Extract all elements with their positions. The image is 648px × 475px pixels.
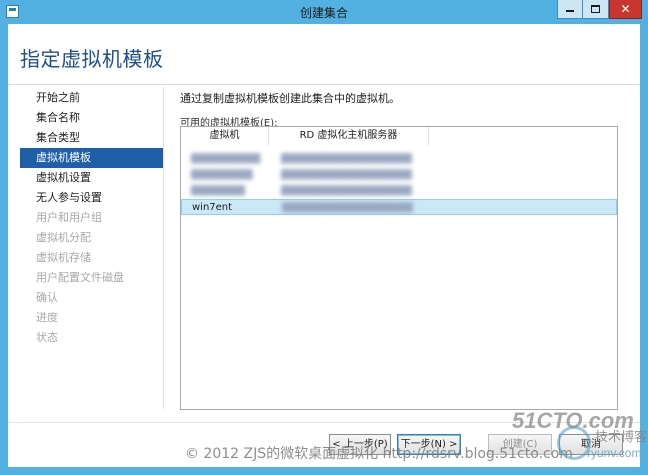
nav-item-2[interactable]: 集合类型 [20, 128, 163, 148]
nav-item-8: 虚拟机存储 [36, 251, 91, 264]
header-divider [8, 84, 640, 85]
nav-item-11: 进度 [36, 311, 58, 324]
nav-item-12: 状态 [36, 331, 58, 344]
list-header: 虚拟机 RD 虚拟化主机服务器 [181, 127, 617, 146]
nav-item-6: 用户和用户组 [36, 211, 102, 224]
cell-vm-name: ▇▇▇▇▇▇▇ [191, 185, 245, 196]
nav-item-4[interactable]: 虚拟机设置 [20, 168, 163, 188]
list-item[interactable]: win7ent ▇▇▇▇▇▇▇▇▇▇▇▇▇▇▇▇▇ [181, 199, 617, 215]
nav-item-3[interactable]: 虚拟机模板 [20, 148, 163, 168]
cell-host-server: ▇▇▇▇▇▇▇▇▇▇▇▇▇▇▇▇▇ [281, 185, 412, 196]
blog-logo-url: ryunv.com [587, 446, 642, 460]
copyright-watermark: © 2012 ZJS的微软桌面虚拟化 http://rdsrv.blog.51c… [185, 446, 573, 462]
close-button[interactable]: ✕ [609, 0, 642, 19]
wizard-client-area: 指定虚拟机模板 开始之前 集合名称 集合类型 虚拟机模板 虚拟机设置 无人参与设置用户和用… [8, 24, 640, 467]
nav-item-7: 虚拟机分配 [36, 231, 91, 244]
minimize-button[interactable] [557, 0, 583, 19]
page-description: 通过复制虚拟机模板创建此集合中的虚拟机。 [180, 92, 400, 105]
nav-item-9: 用户配置文件磁盘 [36, 271, 124, 284]
column-header-vm[interactable]: 虚拟机 [181, 127, 269, 146]
logo-circle-icon [557, 426, 591, 460]
wizard-window: 创建集合 ✕ 指定虚拟机模板 开始之前 集合名称 集合类型 虚拟机模板 虚拟机设置 无人参… [0, 0, 648, 475]
page-title: 指定虚拟机模板 [20, 47, 164, 71]
template-list[interactable]: 虚拟机 RD 虚拟化主机服务器 ▇▇▇▇▇▇▇▇▇ ▇▇▇▇▇▇▇▇▇▇▇▇▇▇▇… [180, 126, 618, 410]
cell-host-server: ▇▇▇▇▇▇▇▇▇▇▇▇▇▇▇▇▇ [281, 169, 412, 180]
window-title: 创建集合 [299, 6, 348, 20]
wizard-nav: 开始之前 集合名称 集合类型 虚拟机模板 虚拟机设置 无人参与设置用户和用户组 虚拟机分配虚… [20, 88, 163, 348]
nav-item-1[interactable]: 集合名称 [20, 108, 163, 128]
nav-item-0[interactable]: 开始之前 [20, 88, 163, 108]
list-item[interactable]: ▇▇▇▇▇▇▇▇▇ ▇▇▇▇▇▇▇▇▇▇▇▇▇▇▇▇▇ [181, 151, 617, 167]
column-header-host[interactable]: RD 虚拟化主机服务器 [269, 127, 429, 146]
maximize-button[interactable] [583, 0, 609, 19]
nav-item-5[interactable]: 无人参与设置 [20, 188, 163, 208]
close-icon: ✕ [620, 2, 631, 16]
nav-divider [163, 87, 164, 409]
cell-vm-name: win7ent [192, 202, 233, 213]
cell-host-server: ▇▇▇▇▇▇▇▇▇▇▇▇▇▇▇▇▇ [282, 202, 413, 213]
list-item[interactable]: ▇▇▇▇▇▇▇▇ ▇▇▇▇▇▇▇▇▇▇▇▇▇▇▇▇▇ [181, 167, 617, 183]
title-bar[interactable]: 创建集合 ✕ [0, 0, 648, 24]
cell-vm-name: ▇▇▇▇▇▇▇▇ [191, 169, 253, 180]
nav-item-10: 确认 [36, 291, 58, 304]
blog-logo-watermark: 技术博客 ryunv.com [557, 424, 647, 464]
cell-vm-name: ▇▇▇▇▇▇▇▇▇ [191, 153, 261, 164]
cell-host-server: ▇▇▇▇▇▇▇▇▇▇▇▇▇▇▇▇▇ [281, 153, 412, 164]
maximize-icon [591, 5, 600, 13]
blog-logo-text: 技术博客 [595, 430, 648, 445]
list-item[interactable]: ▇▇▇▇▇▇▇ ▇▇▇▇▇▇▇▇▇▇▇▇▇▇▇▇▇ [181, 183, 617, 199]
minimize-icon [566, 10, 574, 12]
